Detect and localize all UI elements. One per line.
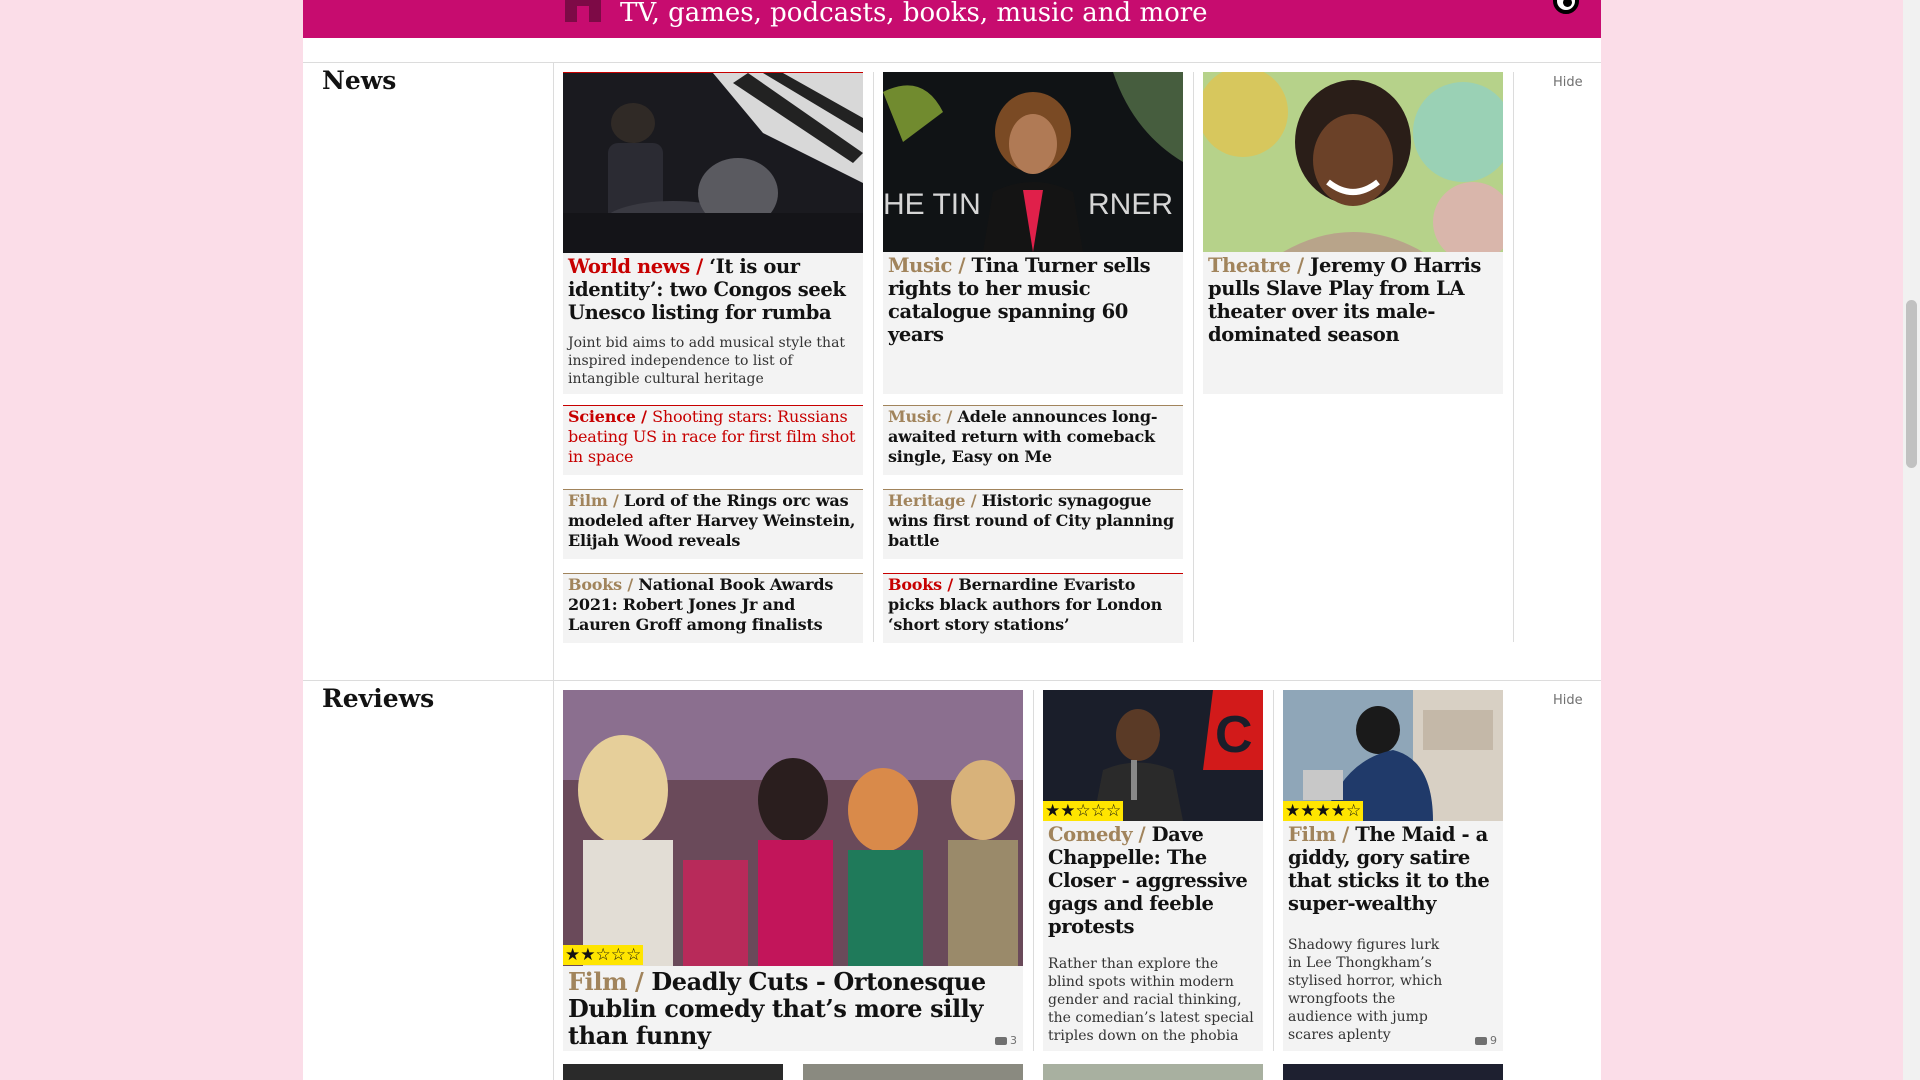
news-card-science[interactable]: Science / Shooting stars: Russians beati… (563, 405, 863, 475)
column-divider (1513, 72, 1514, 642)
section-divider (303, 680, 1601, 681)
page: TV, games, podcasts, books, music and mo… (303, 0, 1601, 1080)
review-card-next-2[interactable] (803, 1064, 1023, 1080)
review-card-deadly-cuts[interactable]: ★★☆☆☆ Film / Deadly Cuts - Ortonesque Du… (563, 690, 1023, 1051)
hide-reviews-button[interactable]: Hide (1553, 693, 1583, 708)
standfirst: Rather than explore the blind spots with… (1048, 956, 1254, 1044)
review-card-next-1[interactable] (563, 1064, 783, 1080)
comment-count-value: 3 (1010, 1034, 1017, 1047)
headline: Books / Bernardine Evaristo picks black … (888, 575, 1177, 635)
headline: Music / Tina Turner sells rights to her … (888, 254, 1177, 346)
scrollbar-thumb[interactable] (1906, 300, 1917, 468)
standfirst: Shadowy figures lurk in Lee Thongkham’s … (1288, 937, 1443, 1043)
star-rating: ★★☆☆☆ (563, 945, 644, 965)
kicker: Music / (888, 407, 953, 426)
kicker: Music / (888, 254, 966, 277)
headline: Film / The Maid - a giddy, gory satire t… (1288, 823, 1497, 915)
review-card-next-4[interactable] (1283, 1064, 1503, 1080)
star-rating: ★★★★☆ (1283, 801, 1364, 821)
news-card-tina-turner[interactable]: HE TIN RNER Music / Tina Turner sells ri… (883, 72, 1183, 394)
news-card-rumba[interactable]: World news / ‘It is our identity’: two C… (563, 72, 863, 394)
column-divider (553, 62, 554, 680)
comment-icon (995, 1037, 1007, 1045)
column-divider (1033, 690, 1034, 1051)
svg-text:RNER: RNER (1088, 188, 1173, 221)
comment-count[interactable]: 9 (1475, 1034, 1497, 1047)
headline: Music / Adele announces long-awaited ret… (888, 407, 1177, 467)
deadly-cuts-photo (563, 690, 1023, 966)
news-card-jeremy-o-harris[interactable]: Theatre / Jeremy O Harris pulls Slave Pl… (1203, 72, 1503, 394)
kicker: Books / (888, 575, 953, 594)
kicker: Books / (568, 575, 633, 594)
comment-count[interactable]: 3 (995, 1034, 1017, 1047)
section-title-news: News (322, 66, 397, 95)
kicker: Film / (568, 491, 619, 510)
column-divider (1193, 72, 1194, 642)
news-card-book-awards[interactable]: Books / National Book Awards 2021: Rober… (563, 573, 863, 643)
headline: Film / Deadly Cuts - Ortonesque Dublin c… (568, 968, 1017, 1049)
promo-banner[interactable]: TV, games, podcasts, books, music and mo… (303, 0, 1601, 38)
column-divider (873, 72, 874, 642)
kicker: Comedy / (1048, 823, 1146, 846)
headline: Books / National Book Awards 2021: Rober… (568, 575, 857, 635)
jeremy-o-harris-photo (1203, 72, 1503, 252)
review-card-next-3[interactable] (1043, 1064, 1263, 1080)
section-title-reviews: Reviews (322, 684, 435, 713)
section-divider (303, 62, 1601, 63)
kicker: Heritage / (888, 491, 977, 510)
headline: Comedy / Dave Chappelle: The Closer - ag… (1048, 823, 1257, 938)
guardian-icon (565, 0, 601, 22)
headline: Heritage / Historic synagogue wins first… (888, 491, 1177, 551)
star-rating: ★★☆☆☆ (1043, 801, 1124, 821)
comment-count-value: 9 (1490, 1034, 1497, 1047)
kicker: World news / (568, 255, 703, 278)
comment-icon (1475, 1037, 1487, 1045)
scrollbar-track[interactable] (1903, 0, 1920, 1080)
news-card-synagogue[interactable]: Heritage / Historic synagogue wins first… (883, 489, 1183, 559)
headline: World news / ‘It is our identity’: two C… (568, 255, 857, 324)
column-divider (553, 680, 554, 1080)
guardian-logo-icon[interactable] (1553, 0, 1579, 14)
rumba-musicians-photo (563, 73, 863, 253)
headline: Theatre / Jeremy O Harris pulls Slave Pl… (1208, 254, 1497, 346)
svg-text:C: C (1215, 706, 1253, 764)
banner-text: TV, games, podcasts, books, music and mo… (620, 0, 1208, 28)
column-divider (1273, 690, 1274, 1051)
headline: Science / Shooting stars: Russians beati… (568, 407, 857, 467)
review-card-the-maid[interactable]: ★★★★☆ Film / The Maid - a giddy, gory sa… (1283, 690, 1503, 1051)
headline: Film / Lord of the Rings orc was modeled… (568, 491, 857, 551)
hide-news-button[interactable]: Hide (1553, 75, 1583, 90)
kicker: Theatre / (1208, 254, 1304, 277)
kicker: Film / (568, 967, 644, 996)
kicker: Film / (1288, 823, 1349, 846)
review-card-dave-chappelle[interactable]: C ★★☆☆☆ Comedy / Dave Chappelle: The Clo… (1043, 690, 1263, 1051)
tina-turner-photo: HE TIN RNER (883, 72, 1183, 252)
news-card-adele[interactable]: Music / Adele announces long-awaited ret… (883, 405, 1183, 475)
news-card-evaristo[interactable]: Books / Bernardine Evaristo picks black … (883, 573, 1183, 643)
news-card-lotr[interactable]: Film / Lord of the Rings orc was modeled… (563, 489, 863, 559)
kicker: Science / (568, 407, 647, 426)
svg-text:HE TIN: HE TIN (883, 188, 981, 221)
standfirst: Joint bid aims to add musical style that… (568, 335, 846, 387)
